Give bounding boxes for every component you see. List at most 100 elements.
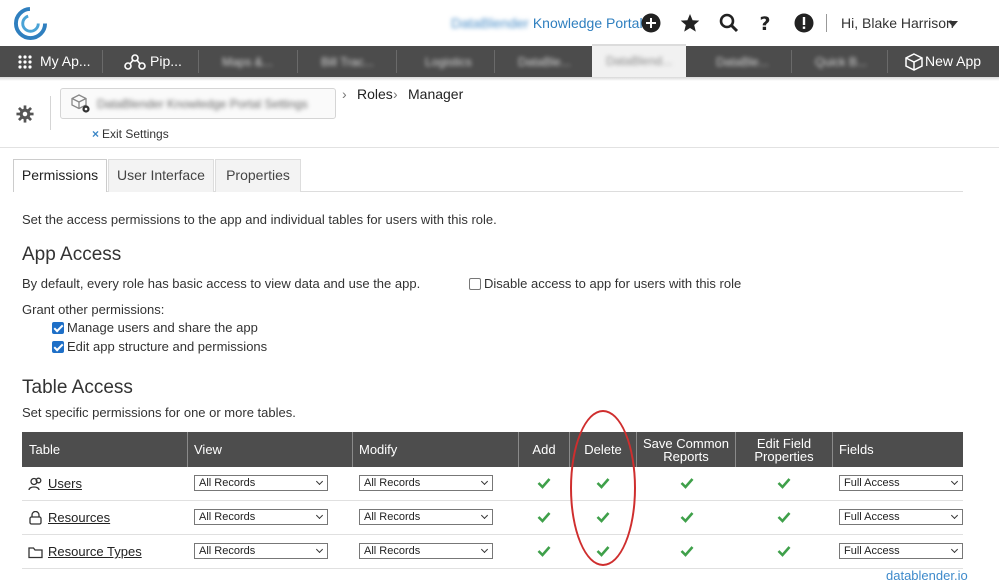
app-nav-bar: My Ap... Pip... Maps &... Bill Trac... L… (0, 46, 999, 77)
nav-blurred-app[interactable]: DataBle... (716, 46, 769, 77)
close-icon: × (92, 127, 100, 141)
nav-divider (102, 50, 103, 73)
star-icon[interactable] (680, 13, 700, 33)
fields-select[interactable]: Full Access (839, 543, 963, 559)
app-access-description: By default, every role has basic access … (22, 276, 421, 291)
breadcrumb-chevron-icon: › (342, 86, 347, 102)
save-reports-check-icon[interactable] (680, 545, 694, 557)
tab-user-interface[interactable]: User Interface (108, 159, 214, 192)
col-divider (187, 432, 188, 467)
add-check-icon[interactable] (537, 545, 551, 557)
manage-users-checkbox[interactable] (52, 322, 64, 334)
nav-divider (198, 50, 199, 73)
users-icon (28, 477, 42, 491)
table-link-users[interactable]: Users (48, 476, 82, 491)
alert-icon[interactable] (794, 13, 814, 33)
folder-icon (28, 547, 43, 559)
col-save-common-reports: Save Common Reports (637, 432, 735, 467)
table-link-resources[interactable]: Resources (48, 510, 110, 525)
gear-icon[interactable] (16, 105, 34, 123)
nav-active-app-tab[interactable]: DataBlend... (592, 44, 686, 77)
add-check-icon[interactable] (537, 477, 551, 489)
view-select[interactable]: All Records (194, 475, 328, 491)
nav-blurred-app[interactable]: Bill Trac... (321, 46, 374, 77)
edit-structure-checkbox[interactable] (52, 341, 64, 353)
col-view: View (194, 442, 222, 457)
portal-title[interactable]: DataBlender Knowledge Portal (451, 15, 643, 31)
disable-access-label[interactable]: Disable access to app for users with thi… (484, 276, 741, 291)
add-circle-icon[interactable] (641, 13, 661, 33)
nav-blurred-label: Logistics (425, 55, 472, 69)
table-access-heading: Table Access (22, 377, 133, 398)
permissions-intro: Set the access permissions to the app an… (22, 212, 497, 227)
save-reports-check-icon[interactable] (680, 477, 694, 489)
nav-blurred-label: Maps &... (222, 55, 273, 69)
nav-blurred-app[interactable]: Quick B... (815, 46, 867, 77)
col-divider (352, 432, 353, 467)
col-divider (832, 432, 833, 467)
new-app-box-icon (905, 53, 923, 71)
delete-column-highlight (570, 410, 636, 566)
breadcrumb-roles[interactable]: Roles (357, 86, 393, 102)
app-settings-breadcrumb[interactable]: DataBlender Knowledge Portal Settings (60, 88, 336, 119)
nav-divider (396, 50, 397, 73)
add-check-icon[interactable] (537, 511, 551, 523)
table-link-resource-types[interactable]: Resource Types (48, 544, 142, 559)
table-row: Resources All Records All Records Full A… (22, 501, 963, 535)
app-settings-icon (71, 94, 90, 113)
app-settings-label: DataBlender Knowledge Portal Settings (97, 97, 308, 111)
tab-properties[interactable]: Properties (215, 159, 301, 192)
header-divider (826, 14, 827, 32)
view-select[interactable]: All Records (194, 543, 328, 559)
edit-field-check-icon[interactable] (777, 511, 791, 523)
app-logo-icon[interactable] (14, 7, 47, 40)
col-edit-field-properties: Edit Field Properties (736, 432, 832, 467)
breadcrumb-chevron-icon: › (393, 86, 398, 102)
user-menu-caret-icon[interactable] (948, 21, 958, 27)
nav-blurred-app[interactable]: Logistics (425, 46, 472, 77)
nav-divider (887, 50, 888, 73)
svg-text:?: ? (759, 13, 770, 33)
edit-structure-label[interactable]: Edit app structure and permissions (67, 339, 267, 354)
edit-field-check-icon[interactable] (777, 545, 791, 557)
edit-field-check-icon[interactable] (777, 477, 791, 489)
nav-my-apps[interactable]: My Ap... (40, 46, 91, 77)
view-select[interactable]: All Records (194, 509, 328, 525)
tab-permissions[interactable]: Permissions (13, 159, 107, 192)
grant-permissions-label: Grant other permissions: (22, 302, 165, 317)
nav-blurred-label: DataBle... (518, 55, 571, 69)
help-icon[interactable]: ? (755, 13, 775, 33)
modify-select[interactable]: All Records (359, 475, 493, 491)
exit-settings-link[interactable]: × Exit Settings (92, 127, 169, 141)
fields-select[interactable]: Full Access (839, 475, 963, 491)
settings-divider (50, 96, 51, 130)
search-icon[interactable] (719, 13, 739, 33)
manage-users-label[interactable]: Manage users and share the app (67, 320, 258, 335)
footer-brand[interactable]: datablender.io (886, 568, 968, 583)
table-access-description: Set specific permissions for one or more… (22, 405, 296, 420)
new-app-button[interactable]: New App (925, 46, 981, 77)
breadcrumb-manager: Manager (408, 86, 464, 102)
col-modify: Modify (359, 442, 398, 457)
lock-icon (29, 511, 42, 525)
app-access-heading: App Access (22, 244, 122, 265)
save-reports-check-icon[interactable] (680, 511, 694, 523)
nav-divider (297, 50, 298, 73)
nav-divider (494, 50, 495, 73)
col-fields: Fields (839, 442, 874, 457)
nav-pipelines[interactable]: Pip... (150, 46, 182, 77)
modify-select[interactable]: All Records (359, 509, 493, 525)
nav-blurred-app[interactable]: Maps &... (222, 46, 273, 77)
modify-select[interactable]: All Records (359, 543, 493, 559)
pipelines-icon (124, 54, 146, 70)
nav-active-label: DataBlend... (606, 54, 673, 68)
exit-settings-label: Exit Settings (102, 127, 169, 141)
disable-access-checkbox[interactable] (469, 278, 481, 290)
portal-name: Knowledge Portal (532, 15, 643, 31)
portal-prefix: DataBlender (451, 15, 529, 31)
user-menu[interactable]: Hi, Blake Harrison (841, 15, 954, 31)
table-row: Resource Types All Records All Records F… (22, 535, 963, 569)
nav-blurred-app[interactable]: DataBle... (518, 46, 571, 77)
fields-select[interactable]: Full Access (839, 509, 963, 525)
nav-blurred-label: Quick B... (815, 55, 868, 69)
